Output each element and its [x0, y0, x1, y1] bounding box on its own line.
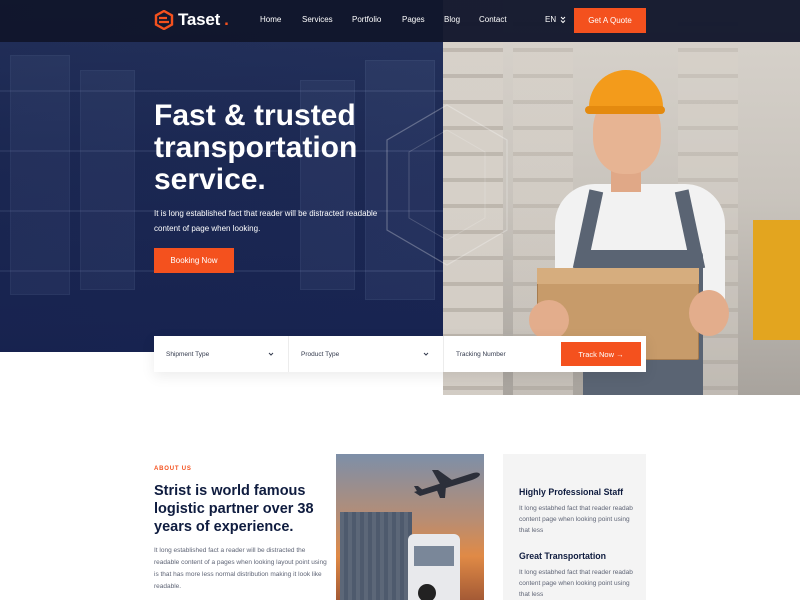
track-now-button[interactable]: Track Now →: [561, 342, 641, 366]
hero-subtitle: It is long established fact that reader …: [154, 209, 378, 233]
language-label: EN: [545, 15, 557, 24]
product-type-label: Product Type: [301, 350, 340, 358]
double-chevron-down-icon: [560, 16, 566, 23]
feature-title: Great Transportation: [519, 551, 607, 561]
page: Taset. Home Services Portfolio Pages Blo…: [0, 0, 800, 600]
hero-title-line: service.: [154, 163, 266, 196]
language-selector[interactable]: EN: [545, 15, 566, 24]
chevron-down-icon: [423, 352, 429, 356]
hero-title: Fast & trusted transportation service.: [154, 100, 414, 196]
nav-item-home[interactable]: Home: [260, 15, 281, 24]
site-header: Taset. Home Services Portfolio Pages Blo…: [0, 0, 800, 42]
nav-item-contact[interactable]: Contact: [479, 15, 507, 24]
get-a-quote-button[interactable]: Get A Quote: [574, 8, 646, 33]
about-title: Strist is world famous logistic partner …: [154, 483, 314, 535]
feature-title: Highly Professional Staff: [519, 487, 624, 497]
logo-dot: .: [224, 10, 229, 29]
booking-now-button[interactable]: Booking Now: [154, 248, 234, 273]
hexagon-arrow-logo-icon: [154, 10, 174, 30]
feature-text: It long estabhed fact that reader readab…: [519, 569, 633, 598]
hero-title-line: transportation: [154, 131, 358, 164]
chevron-down-icon: [268, 352, 274, 356]
airplane-icon: [414, 470, 480, 498]
tracking-number-input[interactable]: Tracking Number: [444, 336, 556, 372]
nav-item-services[interactable]: Services: [302, 15, 333, 24]
hero-title-line: Fast & trusted: [154, 99, 356, 132]
shipment-type-label: Shipment Type: [166, 350, 210, 358]
logo[interactable]: Taset.: [154, 10, 229, 30]
about-tag: ABOUT US: [154, 466, 192, 472]
nav-item-pages[interactable]: Pages: [402, 15, 425, 24]
tracking-bar: Shipment Type Product Type Tracking Numb…: [154, 336, 646, 372]
feature-text: It long estabhed fact that reader readab…: [519, 505, 633, 534]
nav-item-portfolio[interactable]: Portfolio: [352, 15, 381, 24]
product-type-select[interactable]: Product Type: [289, 336, 444, 372]
nav-item-blog[interactable]: Blog: [444, 15, 460, 24]
shipment-type-select[interactable]: Shipment Type: [154, 336, 289, 372]
logo-text: Taset: [178, 10, 221, 29]
about-text: It long established fact a reader will b…: [154, 547, 327, 590]
